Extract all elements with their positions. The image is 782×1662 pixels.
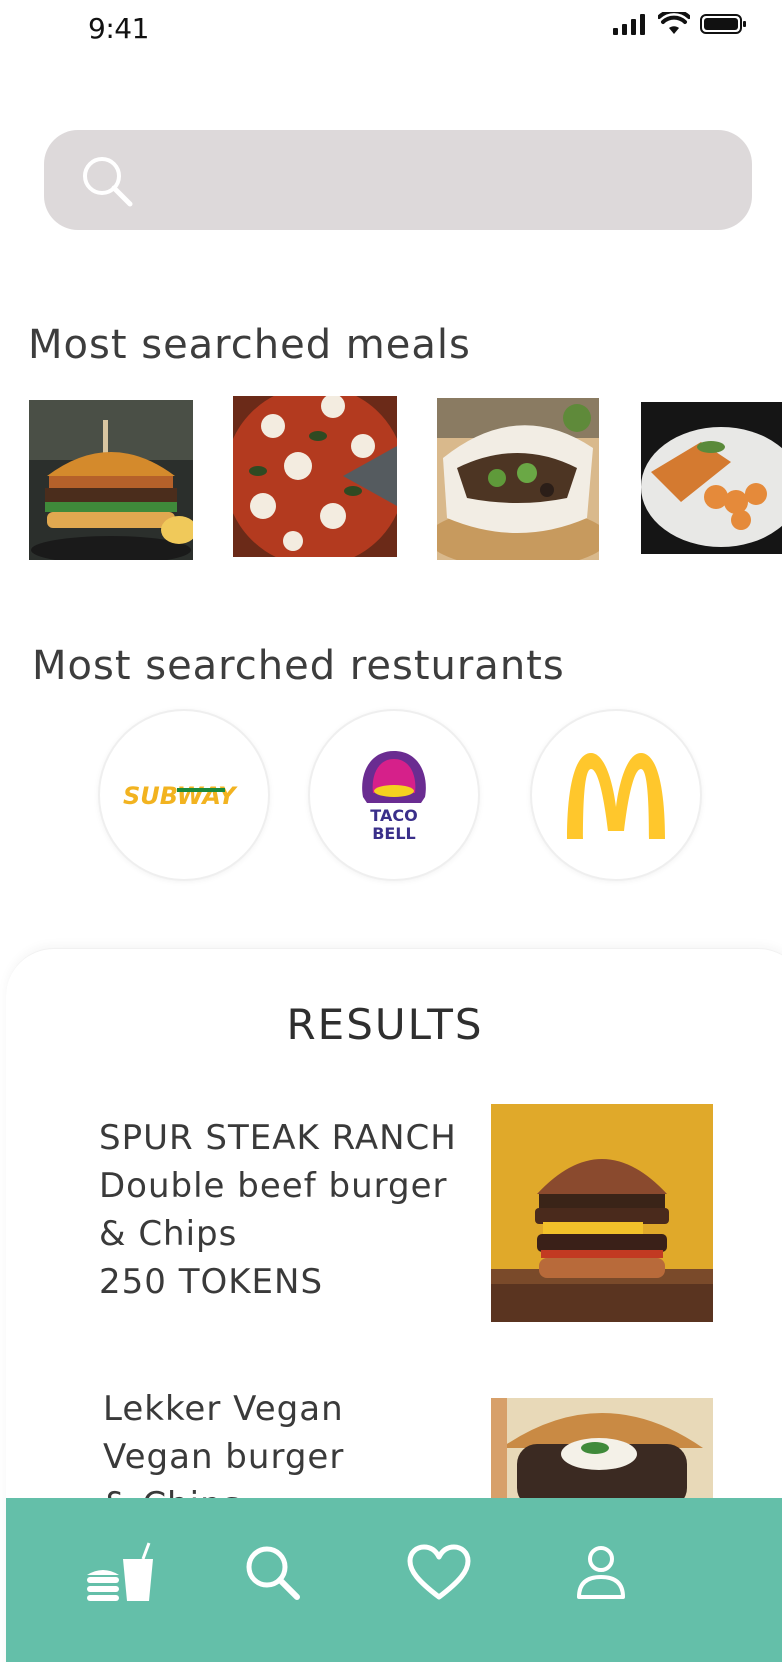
taco-bell-logo: TACO BELL — [362, 751, 426, 843]
signal-icon — [613, 14, 645, 35]
meal-burger-thumbnail[interactable] — [29, 400, 193, 560]
restaurants-section-title: Most searched resturants — [32, 643, 565, 689]
wifi-icon — [658, 12, 690, 34]
burger-image — [29, 400, 193, 560]
skewers-image — [641, 402, 782, 554]
meal-skewers-thumbnail[interactable] — [641, 402, 782, 554]
nav-profile[interactable] — [556, 1528, 646, 1618]
results-title: RESULTS — [286, 1000, 484, 1049]
result-price: 250 TOKENS — [99, 1262, 324, 1302]
result-item-1-image[interactable] — [491, 1104, 713, 1322]
double-burger-image — [491, 1104, 713, 1322]
meal-bao-thumbnail[interactable] — [437, 398, 599, 560]
result-dish-extra: & Chips — [99, 1214, 238, 1254]
battery-icon — [700, 14, 746, 34]
result-item-2-image[interactable] — [491, 1398, 713, 1508]
restaurant-subway[interactable]: SUBWAY — [98, 709, 270, 881]
result-dish: Double beef burger — [99, 1166, 448, 1206]
restaurant-taco-bell[interactable]: TACO BELL — [308, 709, 480, 881]
nav-favourites[interactable] — [394, 1528, 484, 1618]
bao-image — [437, 398, 599, 560]
bottom-navigation — [6, 1498, 782, 1662]
search-input[interactable] — [154, 150, 718, 212]
search-bar[interactable] — [44, 130, 752, 230]
subway-logo: SUBWAY — [123, 782, 238, 810]
search-icon — [246, 1546, 300, 1600]
vegan-burger-image — [491, 1398, 713, 1508]
mcdonalds-logo — [567, 753, 665, 839]
status-time: 9:41 — [88, 12, 149, 45]
nav-search[interactable] — [228, 1528, 318, 1618]
search-icon — [83, 157, 133, 207]
result-item-1[interactable]: SPUR STEAK RANCH Double beef burger & Ch… — [99, 1114, 457, 1306]
meal-pizza-thumbnail[interactable] — [233, 396, 397, 557]
heart-icon — [407, 1544, 471, 1600]
svg-text:TACO: TACO — [370, 806, 417, 825]
nav-meals[interactable] — [76, 1528, 166, 1618]
meals-icon — [87, 1542, 153, 1601]
profile-icon — [577, 1546, 625, 1599]
result-dish: Vegan burger — [103, 1437, 345, 1477]
restaurant-mcdonalds[interactable] — [530, 709, 702, 881]
pizza-image — [233, 396, 397, 557]
result-restaurant: Lekker Vegan — [103, 1389, 344, 1429]
meals-section-title: Most searched meals — [28, 322, 471, 368]
result-restaurant: SPUR STEAK RANCH — [99, 1118, 457, 1158]
svg-text:SUBWAY: SUBWAY — [123, 782, 238, 810]
svg-text:BELL: BELL — [372, 824, 416, 843]
status-icons — [612, 12, 748, 36]
app-screen: 9:41 Most searched meals Most searched r… — [0, 0, 782, 1662]
